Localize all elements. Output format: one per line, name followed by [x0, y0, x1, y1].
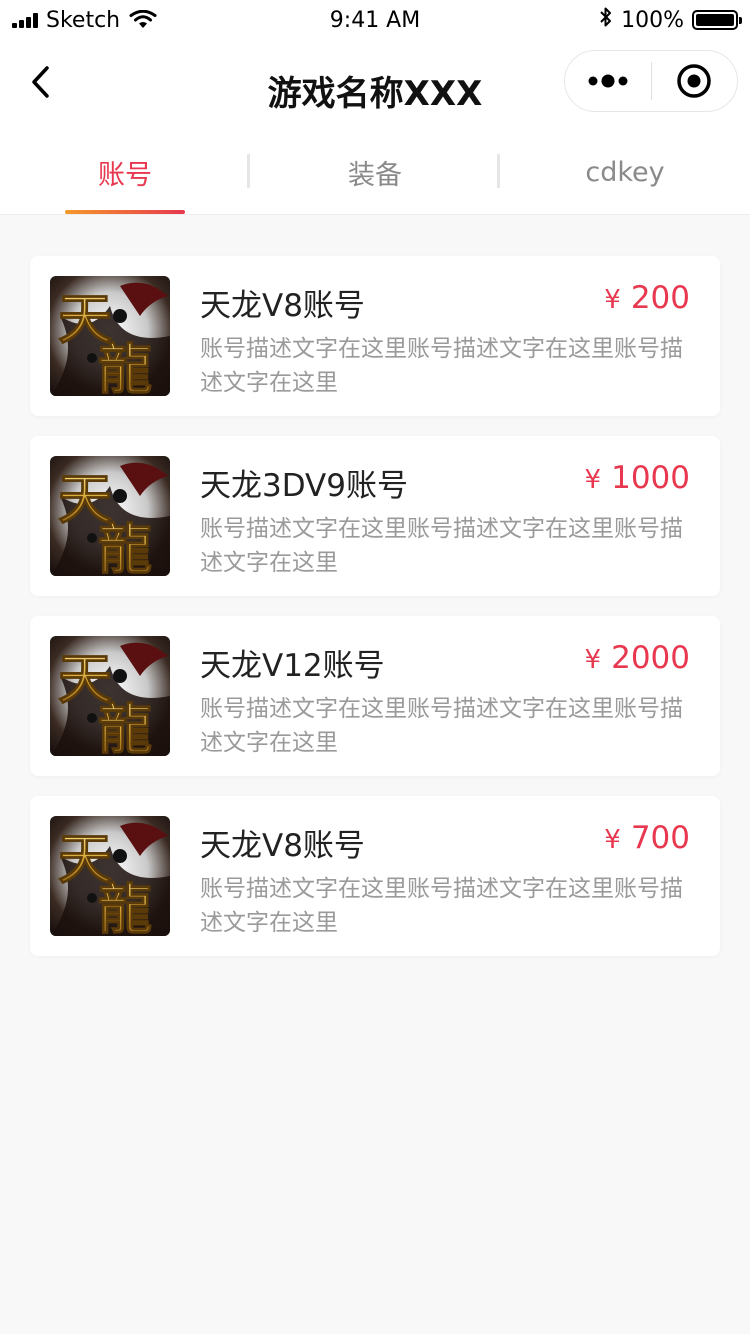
svg-text:龍: 龍: [98, 697, 152, 756]
active-tab-indicator: [65, 210, 185, 214]
list-item[interactable]: 天 龍 天龙V8账号 ¥700 账号描述文字在这里账号描述文字在这里账号描述文字…: [30, 796, 720, 956]
item-title: 天龙V8账号: [200, 288, 365, 324]
list-item[interactable]: 天 龍 天龙V8账号 ¥200 账号描述文字在这里账号描述文字在这里账号描述文字…: [30, 256, 720, 416]
game-thumbnail: 天 龍: [50, 456, 170, 576]
more-dots-icon: [588, 74, 628, 88]
svg-text:龍: 龍: [98, 337, 152, 396]
svg-text:龍: 龍: [98, 517, 152, 576]
target-close-icon: [677, 64, 711, 98]
list-item[interactable]: 天 龍 天龙3DV9账号 ¥1000 账号描述文字在这里账号描述文字在这里账号描…: [30, 436, 720, 596]
svg-text:龍: 龍: [98, 877, 152, 936]
battery-icon: [692, 10, 742, 30]
wifi-icon: [128, 10, 158, 30]
tab-bar: 账号 装备 cdkey: [0, 130, 750, 215]
item-price: ¥200: [604, 280, 690, 316]
navigation-bar: 游戏名称XXX: [0, 40, 750, 130]
tab-cdkey[interactable]: cdkey: [500, 130, 750, 214]
currency-symbol: ¥: [584, 465, 602, 495]
game-thumbnail: 天 龍: [50, 636, 170, 756]
item-title: 天龙V12账号: [200, 648, 385, 684]
more-button[interactable]: [565, 51, 651, 111]
game-thumbnail: 天 龍: [50, 276, 170, 396]
status-right: 100%: [599, 6, 742, 34]
signal-icon: [12, 12, 38, 28]
tab-label: 装备: [348, 159, 402, 191]
item-price: ¥2000: [585, 640, 690, 676]
item-title: 天龙V8账号: [200, 828, 365, 864]
battery-fill: [696, 14, 734, 26]
status-left: Sketch: [12, 8, 158, 33]
list-item[interactable]: 天 龍 天龙V12账号 ¥2000 账号描述文字在这里账号描述文字在这里账号描述…: [30, 616, 720, 776]
item-description: 账号描述文字在这里账号描述文字在这里账号描述文字在这里: [200, 516, 683, 576]
currency-symbol: ¥: [584, 645, 602, 675]
game-thumbnail: 天 龍: [50, 816, 170, 936]
tab-label: 账号: [98, 159, 152, 191]
currency-symbol: ¥: [604, 825, 621, 855]
close-button[interactable]: [652, 51, 738, 111]
price-value: 200: [630, 280, 690, 316]
mini-program-capsule: [564, 50, 738, 112]
bluetooth-icon: [599, 6, 613, 34]
tab-equipment[interactable]: 装备: [250, 130, 500, 214]
carrier-label: Sketch: [46, 7, 121, 33]
item-price: ¥1000: [585, 460, 690, 496]
item-price: ¥700: [604, 820, 690, 856]
item-title: 天龙3DV9账号: [200, 468, 408, 504]
price-value: 2000: [611, 640, 690, 676]
battery-percent: 100%: [621, 7, 684, 33]
item-description: 账号描述文字在这里账号描述文字在这里账号描述文字在这里: [200, 696, 683, 756]
price-value: 700: [630, 820, 690, 856]
item-description: 账号描述文字在这里账号描述文字在这里账号描述文字在这里: [200, 876, 683, 936]
account-list: 天 龍 天龙V8账号 ¥200 账号描述文字在这里账号描述文字在这里账号描述文字…: [30, 256, 720, 976]
currency-symbol: ¥: [604, 285, 621, 315]
tab-account[interactable]: 账号: [0, 130, 250, 214]
item-description: 账号描述文字在这里账号描述文字在这里账号描述文字在这里: [200, 336, 683, 396]
price-value: 1000: [611, 460, 690, 496]
status-bar: Sketch 9:41 AM 100%: [0, 0, 750, 40]
tab-label: cdkey: [585, 156, 665, 188]
